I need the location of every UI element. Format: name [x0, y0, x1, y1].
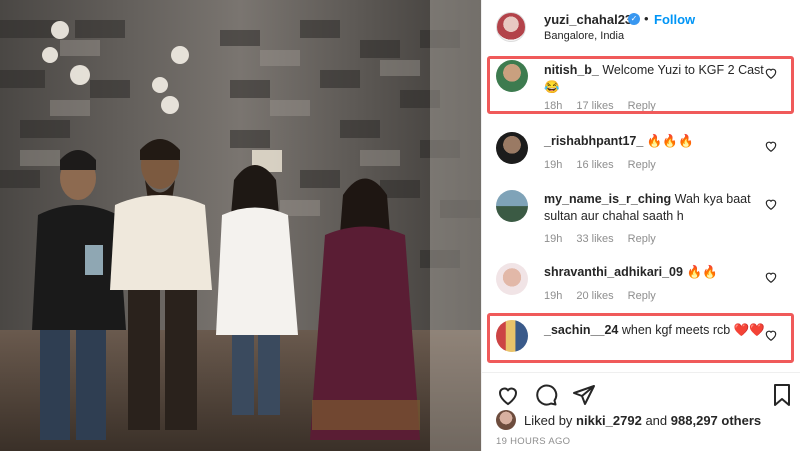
- commenter-avatar[interactable]: [496, 190, 528, 222]
- comment-item: shravanthi_adhikari_09 🔥🔥 19h 20 likes Rep…: [482, 262, 800, 306]
- comment-likes[interactable]: 20 likes: [576, 290, 613, 302]
- author-username[interactable]: yuzi_chahal23: [544, 12, 632, 27]
- post-location[interactable]: Bangalore, India: [544, 30, 624, 42]
- photo-illustration: [0, 0, 481, 451]
- likes-summary: Liked by nikki_2792 and 988,297 others: [496, 410, 796, 432]
- comment-text: my_name_is_r_ching Wah kya baat sultan a…: [544, 191, 769, 225]
- header-separator: •: [644, 11, 649, 26]
- comment-age: 19h: [544, 159, 563, 171]
- post-photo: [0, 0, 481, 451]
- liked-and: and: [645, 413, 668, 428]
- reply-button[interactable]: Reply: [628, 233, 656, 245]
- comment-meta: 19h 16 likes Reply: [544, 159, 670, 171]
- comment-age: 19h: [544, 290, 563, 302]
- comment-text: shravanthi_adhikari_09 🔥🔥: [544, 264, 769, 281]
- post-timestamp: 19 HOURS AGO: [496, 436, 571, 447]
- heart-icon[interactable]: [764, 139, 778, 153]
- highlight-box: [487, 313, 794, 363]
- comment-item: my_name_is_r_ching Wah kya baat sultan a…: [482, 188, 800, 248]
- post-sidebar: yuzi_chahal23 ✓ • Follow Bangalore, Indi…: [481, 0, 800, 451]
- verified-badge-icon: ✓: [628, 13, 640, 25]
- reply-button[interactable]: Reply: [628, 159, 656, 171]
- post-actions: [482, 372, 800, 412]
- comment-icon[interactable]: [534, 383, 558, 407]
- heart-icon[interactable]: [496, 383, 520, 407]
- liked-count[interactable]: 988,297 others: [671, 413, 761, 428]
- liked-prefix: Liked by: [524, 413, 573, 428]
- reply-button[interactable]: Reply: [628, 290, 656, 302]
- comment-body: 🔥🔥🔥: [646, 134, 694, 148]
- commenter-avatar[interactable]: [496, 132, 528, 164]
- liker-avatar[interactable]: [496, 410, 516, 430]
- commenter-username[interactable]: shravanthi_adhikari_09: [544, 265, 683, 279]
- follow-button[interactable]: Follow: [654, 12, 695, 27]
- comment-item: _rishabhpant17_ 🔥🔥🔥 19h 16 likes Reply: [482, 130, 800, 174]
- heart-icon[interactable]: [764, 270, 778, 284]
- commenter-username[interactable]: my_name_is_r_ching: [544, 192, 671, 206]
- comment-meta: 19h 33 likes Reply: [544, 233, 670, 245]
- comment-likes[interactable]: 16 likes: [576, 159, 613, 171]
- comment-age: 19h: [544, 233, 563, 245]
- liked-user[interactable]: nikki_2792: [576, 413, 642, 428]
- post-header: yuzi_chahal23 ✓ • Follow Bangalore, Indi…: [482, 0, 800, 52]
- share-icon[interactable]: [572, 383, 596, 407]
- highlight-box: [487, 56, 794, 114]
- comment-text: _rishabhpant17_ 🔥🔥🔥: [544, 133, 769, 150]
- commenter-username[interactable]: _rishabhpant17_: [544, 134, 643, 148]
- commenter-avatar[interactable]: [496, 263, 528, 295]
- comment-body: 🔥🔥: [686, 265, 718, 279]
- likes-text: Liked by nikki_2792 and 988,297 others: [524, 413, 761, 428]
- author-avatar[interactable]: [496, 12, 526, 42]
- bookmark-icon[interactable]: [770, 383, 794, 407]
- comment-likes[interactable]: 33 likes: [576, 233, 613, 245]
- comment-meta: 19h 20 likes Reply: [544, 290, 670, 302]
- heart-icon[interactable]: [764, 197, 778, 211]
